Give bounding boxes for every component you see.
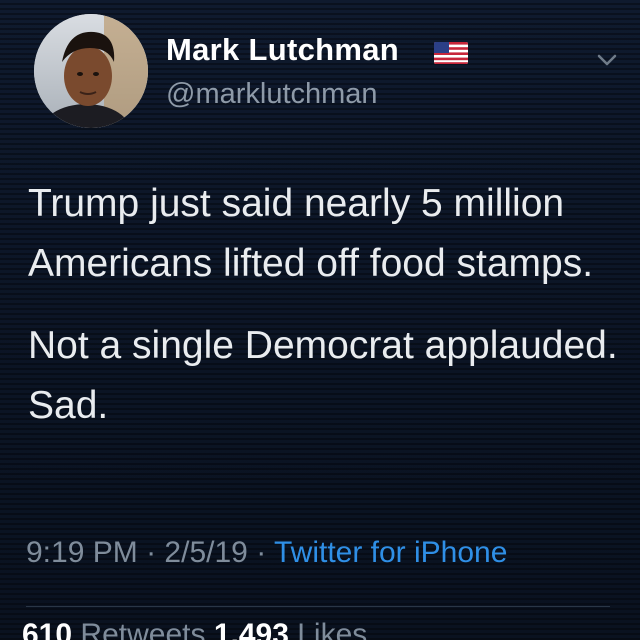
display-name[interactable]: Mark Lutchman: [166, 32, 399, 68]
likes-label: Likes: [297, 618, 368, 640]
avatar[interactable]: [34, 14, 148, 128]
user-handle[interactable]: @marklutchman: [166, 78, 378, 111]
avatar-photo-icon: [34, 14, 148, 128]
tweet-paragraph: Trump just said nearly 5 million America…: [28, 182, 594, 285]
tweet-time[interactable]: 9:19 PM: [26, 536, 138, 569]
tweet-text: Trump just said nearly 5 million America…: [28, 174, 618, 458]
meta-separator: ·: [256, 536, 267, 569]
tweet-date[interactable]: 2/5/19: [164, 536, 247, 569]
tweet-screen: Mark Lutchman @marklutchman Trump just s…: [0, 0, 640, 640]
tweet-meta: 9:19 PM · 2/5/19 · Twitter for iPhone: [26, 536, 507, 570]
us-flag-icon: [434, 42, 468, 64]
meta-separator: ·: [146, 536, 157, 569]
retweets-label: Retweets: [80, 618, 206, 640]
retweets-count: 610: [22, 618, 73, 640]
chevron-down-icon[interactable]: [596, 52, 618, 68]
divider: [26, 606, 610, 607]
retweets-stat[interactable]: 610 Retweets: [22, 618, 214, 640]
likes-stat[interactable]: 1,493 Likes: [214, 618, 367, 640]
likes-count: 1,493: [213, 618, 289, 640]
tweet-source-link[interactable]: Twitter for iPhone: [274, 536, 507, 569]
tweet-stats: 610 Retweets 1,493 Likes: [22, 618, 367, 640]
tweet-paragraph: Not a single Democrat applauded. Sad.: [28, 324, 618, 427]
